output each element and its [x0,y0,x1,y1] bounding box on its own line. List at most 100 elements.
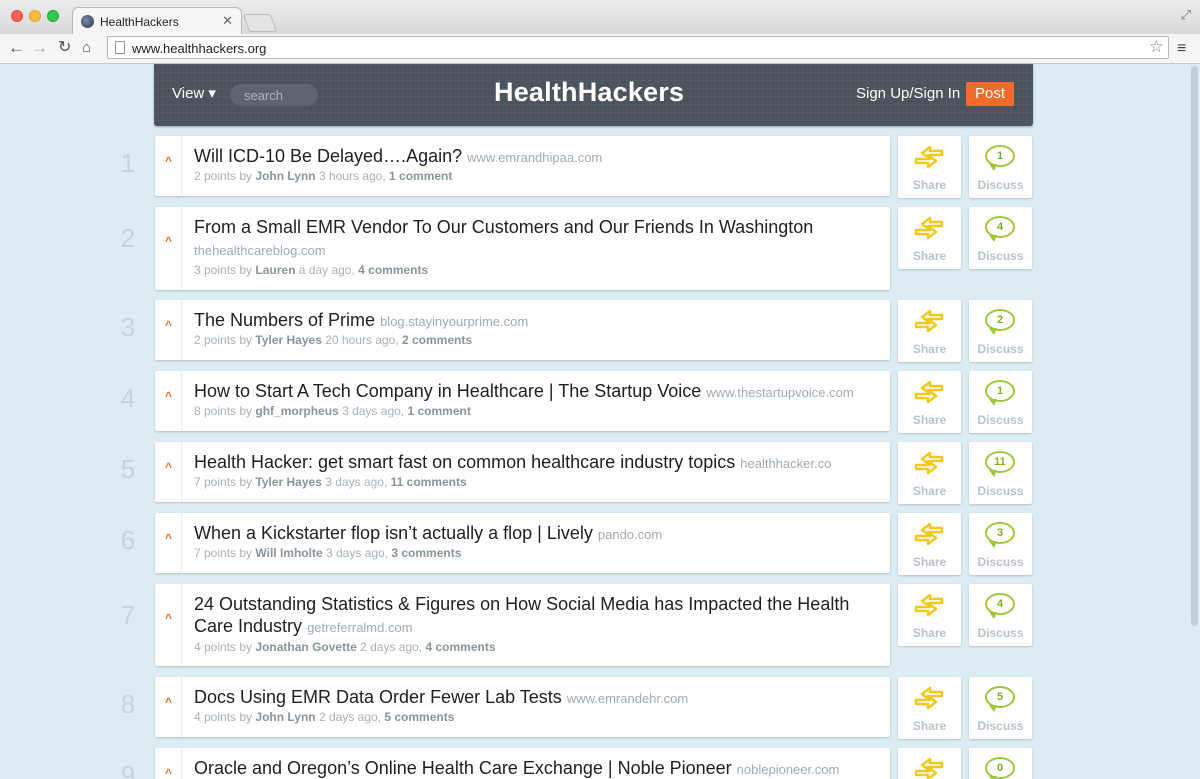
page-icon [115,41,125,54]
story-row: 7 ^ 24 Outstanding Statistics & Figures on… [0,584,1200,666]
upvote-icon[interactable]: ^ [161,318,176,332]
story-points: 3 points by [194,263,253,277]
story-domain[interactable]: thehealthcareblog.com [194,243,326,258]
upvote-icon[interactable]: ^ [161,460,176,474]
story-comments-link[interactable]: 5 comments [384,710,454,724]
speech-bubble-tail [989,399,997,406]
story-rank: 8 [120,689,136,719]
discuss-button[interactable]: 5 Discuss [969,677,1032,739]
discuss-button[interactable]: 1 Discuss [969,136,1032,198]
url-text[interactable]: www.healthhackers.org [132,41,266,56]
close-window-button[interactable] [11,10,23,22]
share-button[interactable]: Share [898,371,961,433]
scrollbar-thumb[interactable] [1191,66,1198,626]
discuss-button[interactable]: 0Discuss [969,748,1032,779]
story-author[interactable]: John Lynn [255,169,315,183]
story-title-link[interactable]: Oracle and Oregon’s Online Health Care E… [194,758,732,778]
forward-arrow-icon[interactable]: → [31,38,48,58]
share-button[interactable]: Share [898,207,961,269]
story-title-link[interactable]: The Numbers of Prime [194,310,375,330]
home-icon[interactable]: ⌂ [82,38,91,58]
fullscreen-icon[interactable]: ⤢ [1181,7,1191,23]
vote-column: ^ [155,677,182,737]
site-logo[interactable]: HealthHackers [494,77,684,108]
speech-bubble-tail [989,612,997,619]
story-title-link[interactable]: Docs Using EMR Data Order Fewer Lab Test… [194,687,562,707]
story-title-link[interactable]: 24 Outstanding Statistics & Figures on H… [194,594,849,636]
story-author[interactable]: Will Imholte [255,546,322,560]
share-button[interactable]: Share [898,748,961,779]
story-title-link[interactable]: Health Hacker: get smart fast on common … [194,452,735,472]
new-tab-button[interactable] [242,14,278,32]
story-comments-link[interactable]: 4 comments [358,263,428,277]
story-title-line: Will ICD-10 Be Delayed….Again? www.emran… [194,145,874,169]
upvote-icon[interactable]: ^ [161,154,176,168]
share-button[interactable]: Share [898,584,961,646]
view-dropdown[interactable]: View ▾ [172,84,216,102]
story-title-link[interactable]: When a Kickstarter flop isn’t actually a… [194,523,593,543]
story-card: ^ Health Hacker: get smart fast on common… [155,442,890,502]
story-domain[interactable]: www.emrandehr.com [567,691,688,706]
discuss-label: Discuss [977,249,1024,263]
story-comments-link[interactable]: 1 comment [407,404,470,418]
story-points: 7 points by [194,475,253,489]
share-label: Share [912,342,947,356]
story-domain[interactable]: noblepioneer.com [737,762,840,777]
story-comments-link[interactable]: 1 comment [389,169,452,183]
reload-icon[interactable]: ↻ [58,38,71,58]
story-title-link[interactable]: From a Small EMR Vendor To Our Customers… [194,217,813,237]
story-comments-link[interactable]: 4 comments [425,640,495,654]
address-bar[interactable]: www.healthhackers.org ☆ [107,36,1169,59]
browser-tab[interactable]: HealthHackers ✕ [72,7,242,35]
upvote-icon[interactable]: ^ [161,234,176,248]
story-comments-link[interactable]: 3 comments [391,546,461,560]
discuss-button[interactable]: 11 Discuss [969,442,1032,504]
share-label: Share [912,626,947,640]
post-button[interactable]: Post [966,82,1014,106]
share-button[interactable]: Share [898,136,961,198]
story-title-line: From a Small EMR Vendor To Our Customers… [194,216,874,262]
story-domain[interactable]: getreferralmd.com [307,620,412,635]
share-button[interactable]: Share [898,677,961,739]
star-icon[interactable]: ☆ [1149,37,1164,57]
upvote-icon[interactable]: ^ [161,389,176,403]
story-comments-link[interactable]: 2 comments [402,333,472,347]
share-button[interactable]: Share [898,300,961,362]
story-domain[interactable]: pando.com [598,527,662,542]
share-button[interactable]: Share [898,513,961,575]
zoom-window-button[interactable] [47,10,59,22]
vote-column: ^ [155,136,182,196]
story-title-link[interactable]: Will ICD-10 Be Delayed….Again? [194,146,462,166]
discuss-button[interactable]: 4 Discuss [969,584,1032,646]
upvote-icon[interactable]: ^ [161,766,176,779]
story-domain[interactable]: www.thestartupvoice.com [706,385,853,400]
upvote-icon[interactable]: ^ [161,611,176,625]
scrollbar[interactable] [1189,64,1200,779]
tab-close-icon[interactable]: ✕ [222,13,233,29]
discuss-button[interactable]: 3 Discuss [969,513,1032,575]
search-input[interactable] [230,84,318,106]
signin-link[interactable]: Sign Up/Sign In [856,85,960,102]
share-button[interactable]: Share [898,442,961,504]
discuss-button[interactable]: 1 Discuss [969,371,1032,433]
speech-bubble-tail [989,705,997,712]
story-time: 3 days ago, [325,475,388,489]
discuss-button[interactable]: 4 Discuss [969,207,1032,269]
story-author[interactable]: John Lynn [255,710,315,724]
story-author[interactable]: Lauren [255,263,295,277]
story-author[interactable]: Tyler Hayes [255,475,322,489]
story-author[interactable]: Tyler Hayes [255,333,322,347]
discuss-button[interactable]: 2 Discuss [969,300,1032,362]
story-domain[interactable]: www.emrandhipaa.com [467,150,602,165]
story-domain[interactable]: healthhacker.co [740,456,831,471]
back-arrow-icon[interactable]: ← [8,38,25,58]
story-domain[interactable]: blog.stayinyourprime.com [380,314,528,329]
upvote-icon[interactable]: ^ [161,531,176,545]
story-comments-link[interactable]: 11 comments [391,475,467,489]
menu-icon[interactable]: ≡ [1177,40,1186,58]
story-author[interactable]: Jonathan Govette [255,640,356,654]
upvote-icon[interactable]: ^ [161,695,176,709]
story-title-link[interactable]: How to Start A Tech Company in Healthcar… [194,381,701,401]
minimize-window-button[interactable] [29,10,41,22]
story-author[interactable]: ghf_morpheus [255,404,338,418]
